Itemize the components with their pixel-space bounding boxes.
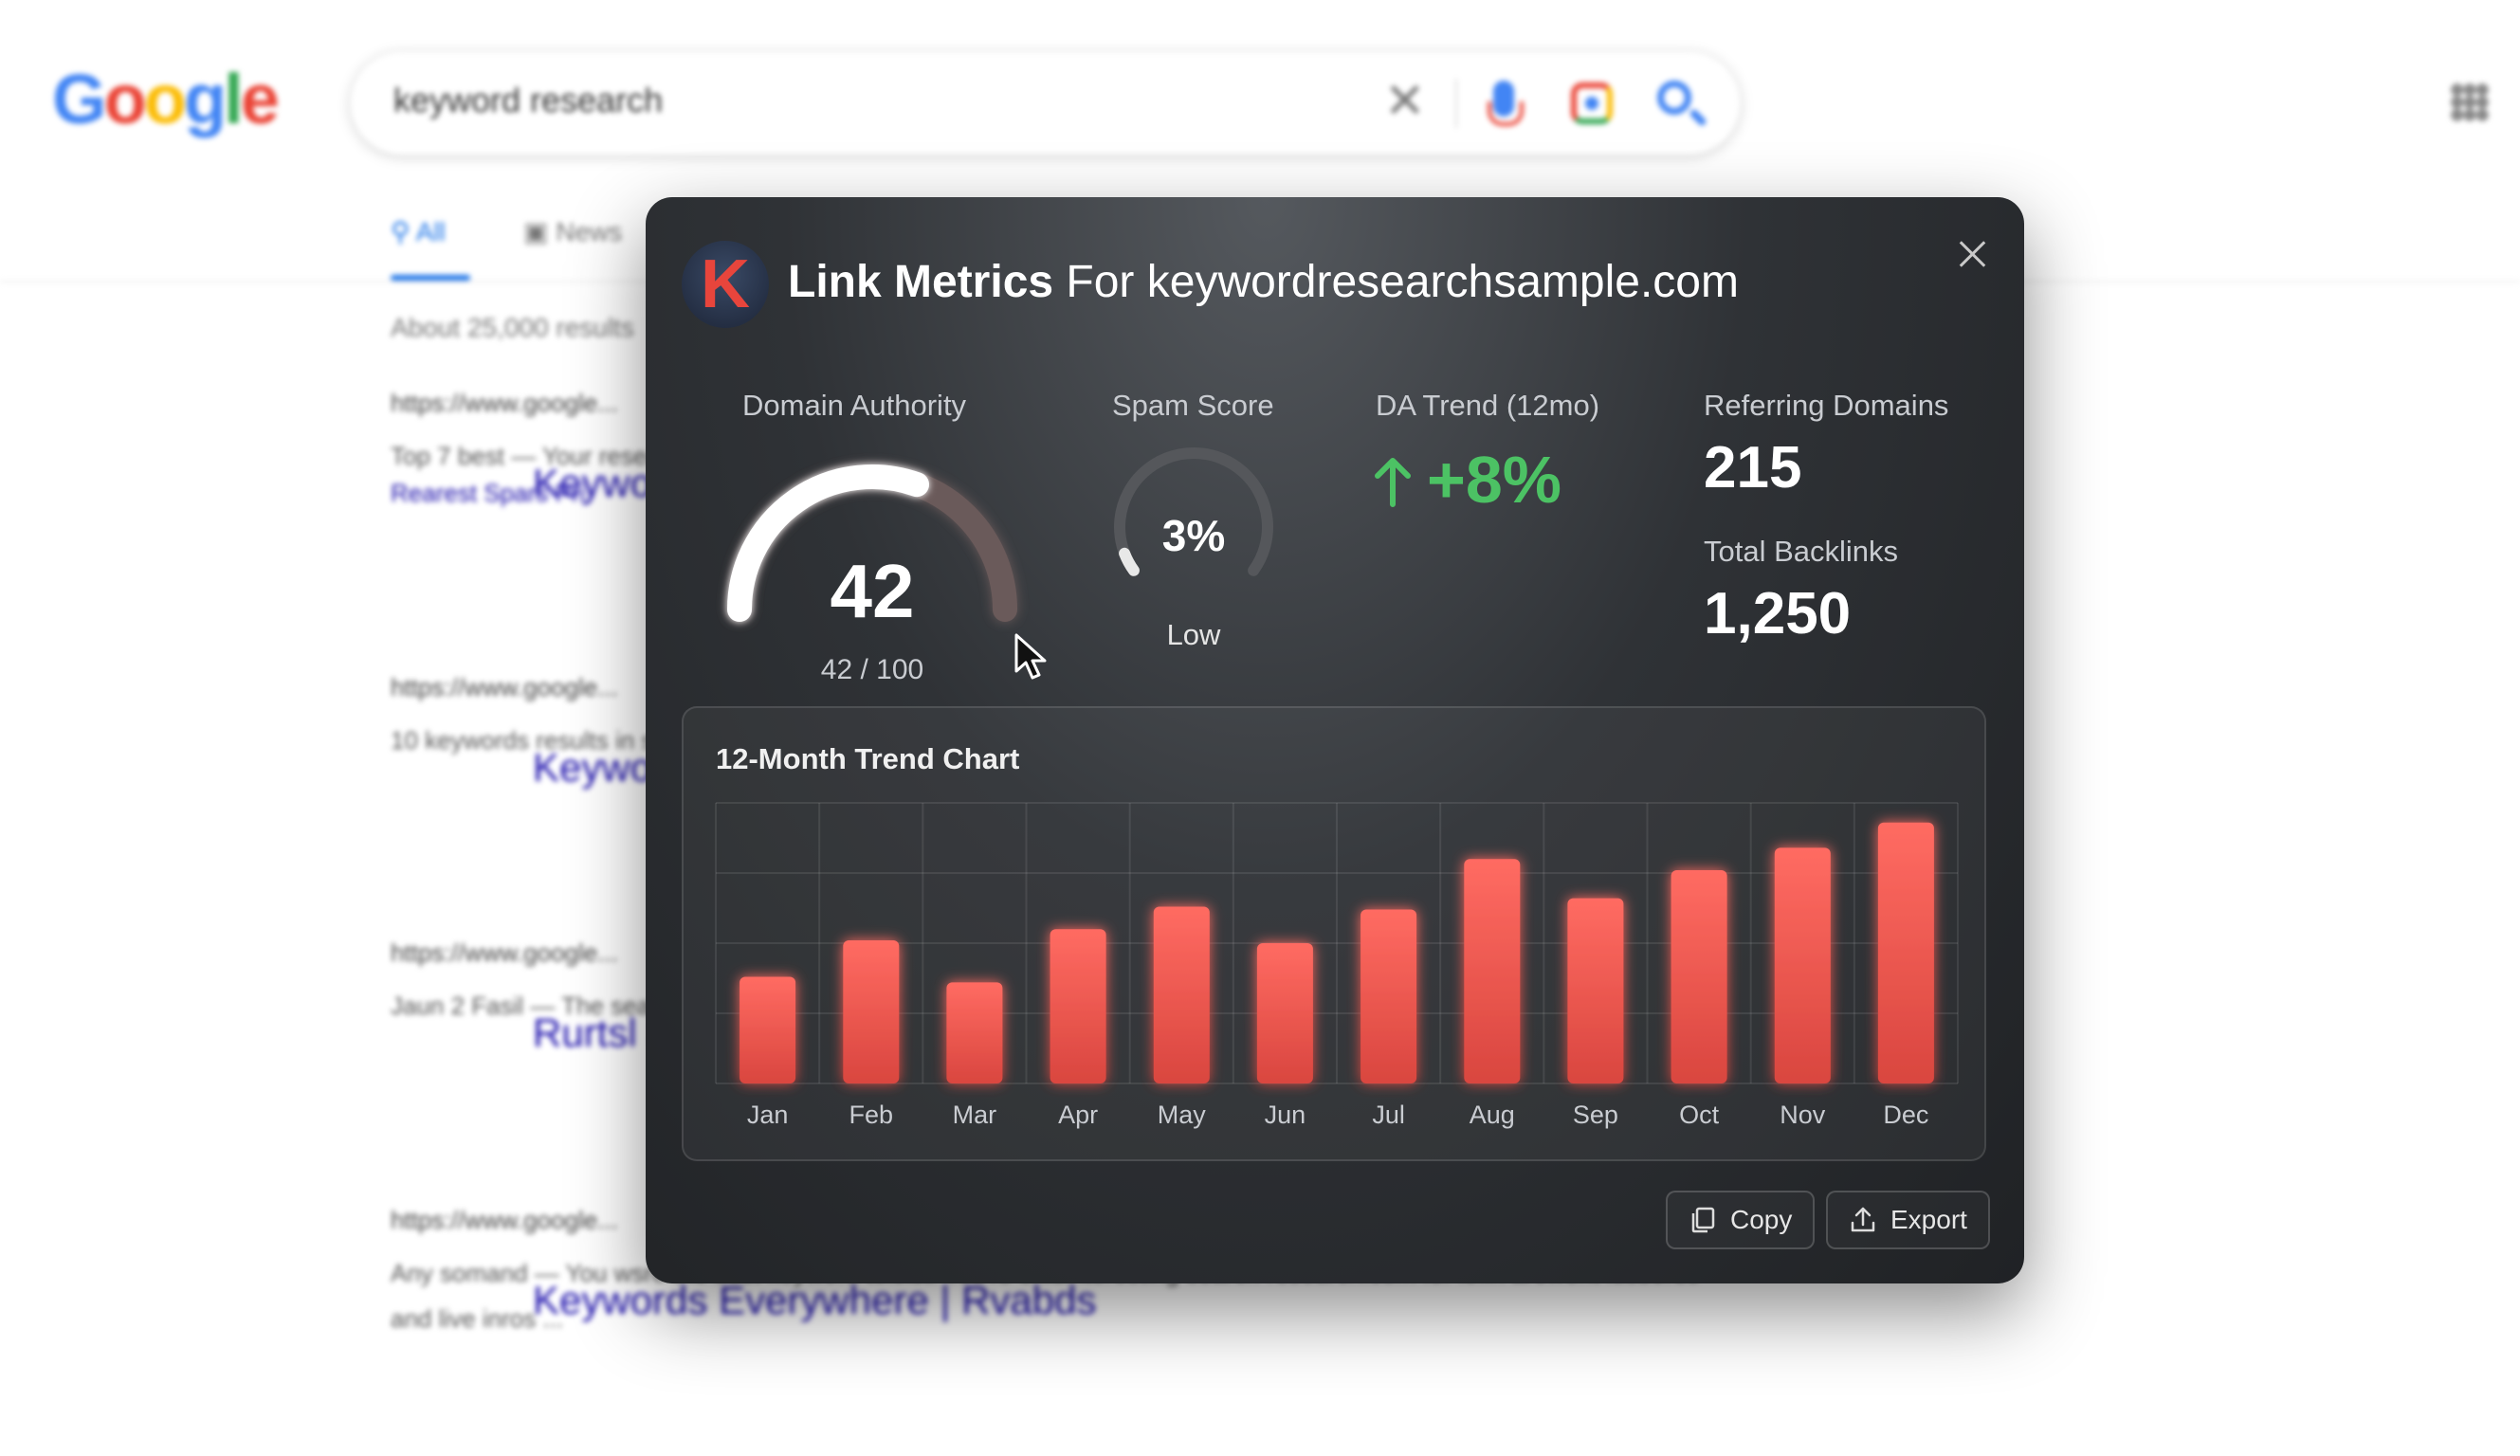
mouse-cursor-icon (1014, 633, 1047, 680)
x-tick-label: Dec (1883, 1101, 1928, 1129)
x-tick-label: Jan (747, 1101, 789, 1129)
google-logo-letter: o (103, 60, 147, 138)
tab-news-label: News (556, 217, 623, 246)
result-count: About 25,000 results (391, 313, 634, 342)
google-logo-letter: o (143, 60, 187, 138)
bar-jun (1256, 943, 1313, 1083)
popup-title: Link Metrics For keywordresearchsample.c… (788, 256, 1739, 308)
x-tick-label: Jul (1372, 1101, 1405, 1129)
x-tick-label: Nov (1780, 1101, 1826, 1129)
da-trend-label: DA Trend (12mo) (1376, 389, 1600, 422)
bar-jul (1360, 909, 1417, 1083)
bar-aug (1464, 859, 1521, 1083)
tab-all-label: All (415, 217, 446, 246)
x-tick-label: Feb (849, 1101, 894, 1129)
search-divider (1455, 79, 1457, 128)
trend-bar-chart: Jan Feb Mar Apr May Jun Jul Aug Sep Oct Nov Dec (715, 802, 1959, 1129)
domain-authority-value: 42 (830, 549, 915, 633)
search-box[interactable]: keyword research ✕ (351, 52, 1740, 155)
popup-title-strong: Link Metrics (788, 257, 1054, 307)
google-logo[interactable]: Google (52, 59, 280, 139)
popup-title-domain: For keywordresearchsample.com (1053, 257, 1739, 307)
bar-apr (1050, 929, 1106, 1083)
x-tick-label: Sep (1573, 1101, 1618, 1129)
spam-score-level: Low (1166, 618, 1221, 651)
bar-dec (1877, 822, 1934, 1083)
tab-news[interactable]: ▣ News (523, 216, 622, 247)
total-backlinks-value: 1,250 (1704, 581, 1852, 646)
da-trend-value: +8% (1427, 443, 1562, 517)
domain-authority-subtext: 42 / 100 (820, 654, 924, 685)
chart-x-labels: Jan Feb Mar Apr May Jun Jul Aug Sep Oct Nov Dec (747, 1101, 1929, 1129)
spam-score-value: 3% (1161, 511, 1226, 560)
export-button-label: Export (1890, 1205, 1967, 1234)
bar-feb (843, 940, 900, 1083)
link-metrics-popup: K Link Metrics For keywordresearchsample… (646, 197, 2024, 1283)
da-trend: +8% (1374, 442, 1561, 518)
referring-domains-value: 215 (1704, 435, 1802, 500)
google-logo-letter: e (240, 60, 280, 138)
x-tick-label: Apr (1058, 1101, 1098, 1129)
spam-score-label: Spam Score (1112, 389, 1274, 422)
spam-score-gauge: 3% Low (1108, 442, 1279, 669)
google-logo-letter: G (52, 60, 107, 138)
copy-button[interactable]: Copy (1666, 1191, 1816, 1249)
export-icon (1851, 1207, 1875, 1232)
bar-oct (1671, 870, 1727, 1083)
google-logo-letter: g (183, 60, 227, 138)
bar-may (1153, 906, 1210, 1083)
clear-icon[interactable]: ✕ (1384, 73, 1426, 130)
domain-authority-label: Domain Authority (742, 389, 967, 422)
extension-logo: K (682, 241, 769, 328)
x-tick-label: May (1158, 1101, 1207, 1129)
search-icon[interactable] (1657, 81, 1691, 115)
chart-grid (715, 802, 1959, 1084)
referring-domains-label: Referring Domains (1704, 389, 1949, 422)
bar-jan (740, 976, 796, 1083)
export-button[interactable]: Export (1826, 1191, 1990, 1249)
arrow-up-icon (1375, 458, 1411, 507)
lens-icon[interactable] (1571, 82, 1613, 124)
bar-sep (1567, 898, 1624, 1083)
total-backlinks-label: Total Backlinks (1704, 535, 1899, 568)
search-input[interactable]: keyword research (393, 81, 663, 120)
microphone-icon[interactable] (1488, 81, 1524, 126)
domain-authority-gauge: 42 42 / 100 (716, 434, 1029, 700)
trend-chart-card: 12-Month Trend Chart Jan Feb Mar Apr May Jun J… (682, 706, 1986, 1161)
x-tick-label: Jun (1265, 1101, 1306, 1129)
bar-mar (946, 982, 1003, 1083)
bar-nov (1774, 847, 1831, 1083)
apps-grid-icon[interactable] (2451, 83, 2489, 121)
tab-all[interactable]: ⚲ All (391, 216, 446, 247)
x-tick-label: Aug (1470, 1101, 1515, 1129)
x-tick-label: Oct (1679, 1101, 1720, 1129)
google-logo-letter: l (224, 60, 243, 138)
result-title[interactable]: Keywords Everywhere | Rvabds (533, 1278, 1096, 1323)
close-icon[interactable] (1952, 233, 1992, 273)
copy-button-label: Copy (1730, 1205, 1793, 1234)
x-tick-label: Mar (953, 1101, 997, 1129)
copy-icon (1691, 1207, 1715, 1233)
